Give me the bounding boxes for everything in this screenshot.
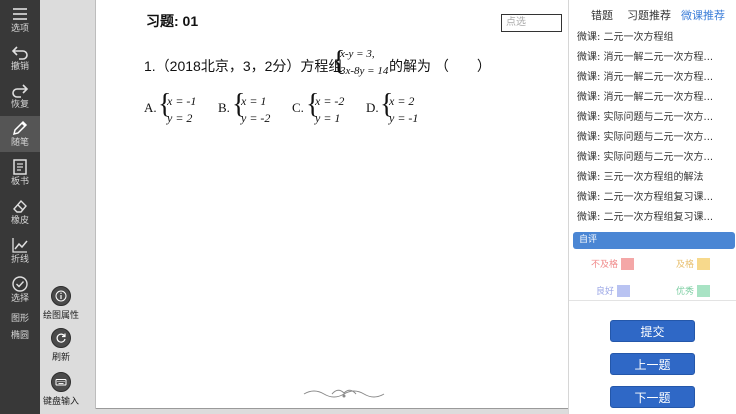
option-line-1: x = -1 [167,94,197,108]
list-item[interactable]: 微课: 三元一次方程组的解法 [577,168,733,188]
tool-polyline[interactable]: 折线 [0,233,40,269]
grade-label: 优秀 [676,287,695,297]
self-eval-header: 自评 [573,232,735,249]
microlesson-list: 微课: 二元一次方程组 微课: 消元一解二元一次方程... 微课: 消元一解二元… [577,28,733,228]
workspace: 习题: 01 点选 1.（2018北京，3，2分）方程组 { x-y = 3, … [40,0,591,414]
document-icon [13,159,27,175]
equation-system: { x-y = 3, 3x-8y = 14 [332,47,390,82]
grade-swatch [617,284,631,297]
pencil-icon [12,120,28,136]
previous-question-button[interactable]: 上一题 [610,353,695,375]
float-tool-label: 刷新 [51,353,71,363]
grade-pass[interactable]: 及格 [676,257,711,270]
tool-label: 折线 [10,255,29,265]
tool-ellipse[interactable]: 椭圆 [0,331,40,347]
equation-line-2: 3x-8y = 14 [340,65,389,77]
grade-label: 不及格 [591,260,619,270]
keyboard-icon [51,372,71,392]
polyline-icon [12,238,28,253]
list-item[interactable]: 微课: 实际问题与二元一次方... [577,148,733,168]
tool-label: 图形 [10,314,29,324]
panel-tabs: 错题 习题推荐 微课推荐 [569,0,736,28]
grade-label: 良好 [596,287,615,297]
question-title: 习题: 01 [146,13,199,29]
grade-swatch [697,284,711,297]
option-c[interactable]: C. { x = -2 y = 1 [292,90,352,126]
divider [569,300,736,301]
next-question-button[interactable]: 下一题 [610,386,695,408]
tool-label: 撤销 [10,62,29,72]
list-item[interactable]: 微课: 消元一解二元一次方程... [577,88,733,108]
tab-microlesson-recommend[interactable]: 微课推荐 [681,7,725,23]
redo-icon [12,84,29,98]
submit-button[interactable]: 提交 [610,320,695,342]
option-line-2: y = -1 [389,111,419,125]
option-a[interactable]: A. { x = -1 y = 2 [144,90,204,126]
list-item[interactable]: 微课: 二元一次方程组复习课... [577,208,733,228]
option-line-2: y = 2 [167,111,193,125]
right-panel: 错题 习题推荐 微课推荐 微课: 二元一次方程组 微课: 消元一解二元一次方程.… [568,0,736,414]
tool-label: 随笔 [10,138,29,148]
option-letter: C. [292,100,304,115]
tool-options[interactable]: 选项 [0,2,40,38]
tool-label: 橡皮 [10,216,29,226]
info-icon [51,286,71,306]
undo-icon [11,46,28,60]
question-paper[interactable]: 习题: 01 点选 1.（2018北京，3，2分）方程组 { x-y = 3, … [95,0,591,409]
grade-fail[interactable]: 不及格 [591,257,635,270]
tool-label: 恢复 [10,100,29,110]
grade-good[interactable]: 良好 [596,284,631,297]
list-item[interactable]: 微课: 消元一解二元一次方程... [577,68,733,88]
grade-label: 及格 [676,260,695,270]
equation-line-1: x-y = 3, [340,48,375,60]
tool-redo[interactable]: 恢复 [0,78,40,114]
option-line-2: y = 1 [315,111,341,125]
left-toolbar: 选项 撤销 恢复 随笔 板书 橡皮 折线 选择 图形 椭圆 [0,0,40,414]
grade-excellent[interactable]: 优秀 [676,284,711,297]
tool-label: 椭圆 [10,331,29,341]
list-item[interactable]: 微课: 实际问题与二元一次方... [577,128,733,148]
tool-label: 选择 [10,294,29,304]
grade-swatch [621,257,635,270]
option-letter: D. [366,100,379,115]
pick-input[interactable]: 点选 [501,14,562,32]
tool-select[interactable]: 选择 [0,272,40,308]
option-line-1: x = 2 [389,94,415,108]
grade-swatch [697,257,711,270]
refresh-button[interactable]: 刷新 [48,328,74,363]
keyboard-input-button[interactable]: 键盘输入 [43,372,79,407]
list-item[interactable]: 微课: 消元一解二元一次方程... [577,48,733,68]
tool-eraser[interactable]: 橡皮 [0,194,40,230]
ornament-divider [303,389,385,398]
tool-label: 选项 [10,24,29,34]
option-b[interactable]: B. { x = 1 y = -2 [218,90,278,126]
option-d[interactable]: D. { x = 2 y = -1 [366,90,426,126]
list-item[interactable]: 微课: 二元一次方程组 [577,28,733,48]
tool-pen[interactable]: 随笔 [0,116,40,152]
draw-properties-button[interactable]: 绘图属性 [43,286,79,321]
float-tool-label: 绘图属性 [42,311,80,321]
tool-board[interactable]: 板书 [0,155,40,191]
question-stem: 1.（2018北京，3，2分）方程组 [144,58,343,74]
option-letter: A. [144,100,157,115]
option-line-1: x = 1 [241,94,267,108]
check-circle-icon [12,276,28,292]
float-tool-label: 键盘输入 [42,397,80,407]
eraser-icon [13,199,27,213]
menu-icon [13,8,27,20]
question-stem-suffix: 的解为 （ ） [389,58,491,74]
tab-exercise-recommend[interactable]: 习题推荐 [627,7,671,23]
option-letter: B. [218,100,230,115]
option-line-1: x = -2 [315,94,345,108]
tab-wrong-questions[interactable]: 错题 [591,7,613,23]
list-item[interactable]: 微课: 二元一次方程组复习课... [577,188,733,208]
tool-undo[interactable]: 撤销 [0,40,40,76]
tool-label: 板书 [10,177,29,187]
list-item[interactable]: 微课: 实际问题与二元一次方... [577,108,733,128]
refresh-icon [51,328,71,348]
option-line-2: y = -2 [241,111,271,125]
tool-shape[interactable]: 图形 [0,314,40,330]
